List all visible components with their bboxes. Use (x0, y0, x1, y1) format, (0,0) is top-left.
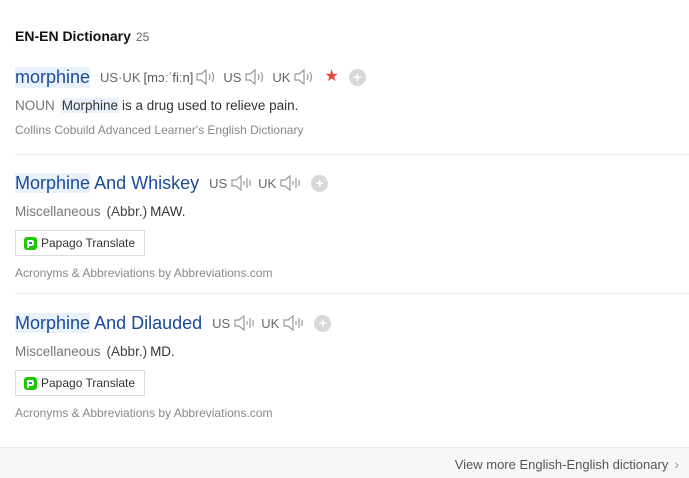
speaker-bars-icon[interactable] (230, 173, 252, 193)
papago-icon (24, 236, 37, 250)
result-count: 25 (135, 30, 150, 44)
source-label: Acronyms & Abbreviations by Abbreviation… (15, 406, 273, 420)
speaker-icon[interactable] (293, 67, 315, 87)
plus-icon[interactable]: + (311, 174, 329, 192)
dictionary-entry: morphine US·UK [mɔːˈfiːn] US UK ★ + NOUN… (15, 64, 689, 137)
plus-icon[interactable]: + (314, 314, 332, 332)
pronunciation-uk: UK (258, 173, 301, 193)
divider (15, 293, 689, 294)
source-label: Acronyms & Abbreviations by Abbreviation… (15, 266, 273, 280)
pronunciation-us: US (212, 313, 255, 333)
speaker-bars-icon[interactable] (279, 173, 301, 193)
star-icon[interactable]: ★ (324, 69, 338, 85)
part-of-speech: NOUN (15, 98, 55, 113)
papago-icon (24, 376, 37, 390)
pronunciation-us: US (223, 67, 266, 87)
divider (15, 154, 689, 155)
papago-translate-button[interactable]: Papago Translate (15, 370, 146, 396)
dictionary-entry: Morphine And Whiskey US UK + Miscellaneo… (15, 170, 689, 280)
definition-text: MAW. (150, 204, 186, 219)
headword-link[interactable]: Morphine And Whiskey (15, 172, 199, 194)
headword-link[interactable]: morphine (15, 66, 91, 88)
pronunciation-uk: UK (261, 313, 304, 333)
dictionary-entry: Morphine And Dilauded US UK + Miscellane… (15, 310, 689, 420)
section-header: EN-EN Dictionary 25 (15, 28, 149, 44)
source-label: Collins Cobuild Advanced Learner's Engli… (15, 123, 304, 137)
part-of-speech: Miscellaneous (15, 344, 101, 359)
speaker-icon[interactable] (195, 67, 217, 87)
definition-text: MD. (150, 344, 175, 359)
headword-link[interactable]: Morphine And Dilauded (15, 312, 202, 334)
abbr-tag: (Abbr.) (106, 204, 148, 219)
pronunciation-us-uk: US·UK [mɔːˈfiːn] (100, 67, 217, 87)
plus-icon[interactable]: + (348, 68, 366, 86)
speaker-bars-icon[interactable] (233, 313, 255, 333)
pronunciation-uk: UK (272, 67, 315, 87)
ipa-text: [mɔːˈfiːn] (143, 69, 194, 85)
footer-bar: View more English-English dictionary › (0, 447, 689, 478)
view-more-link[interactable]: View more English-English dictionary › (455, 456, 679, 472)
papago-translate-button[interactable]: Papago Translate (15, 230, 146, 256)
chevron-right-icon: › (674, 456, 679, 472)
pronunciation-us: US (209, 173, 252, 193)
definition-keyword: Morphine (60, 98, 120, 113)
speaker-bars-icon[interactable] (282, 313, 304, 333)
section-title: EN-EN Dictionary (15, 28, 131, 44)
definition-text: is a drug used to relieve pain. (122, 98, 299, 113)
part-of-speech: Miscellaneous (15, 204, 101, 219)
abbr-tag: (Abbr.) (106, 344, 148, 359)
speaker-icon[interactable] (244, 67, 266, 87)
